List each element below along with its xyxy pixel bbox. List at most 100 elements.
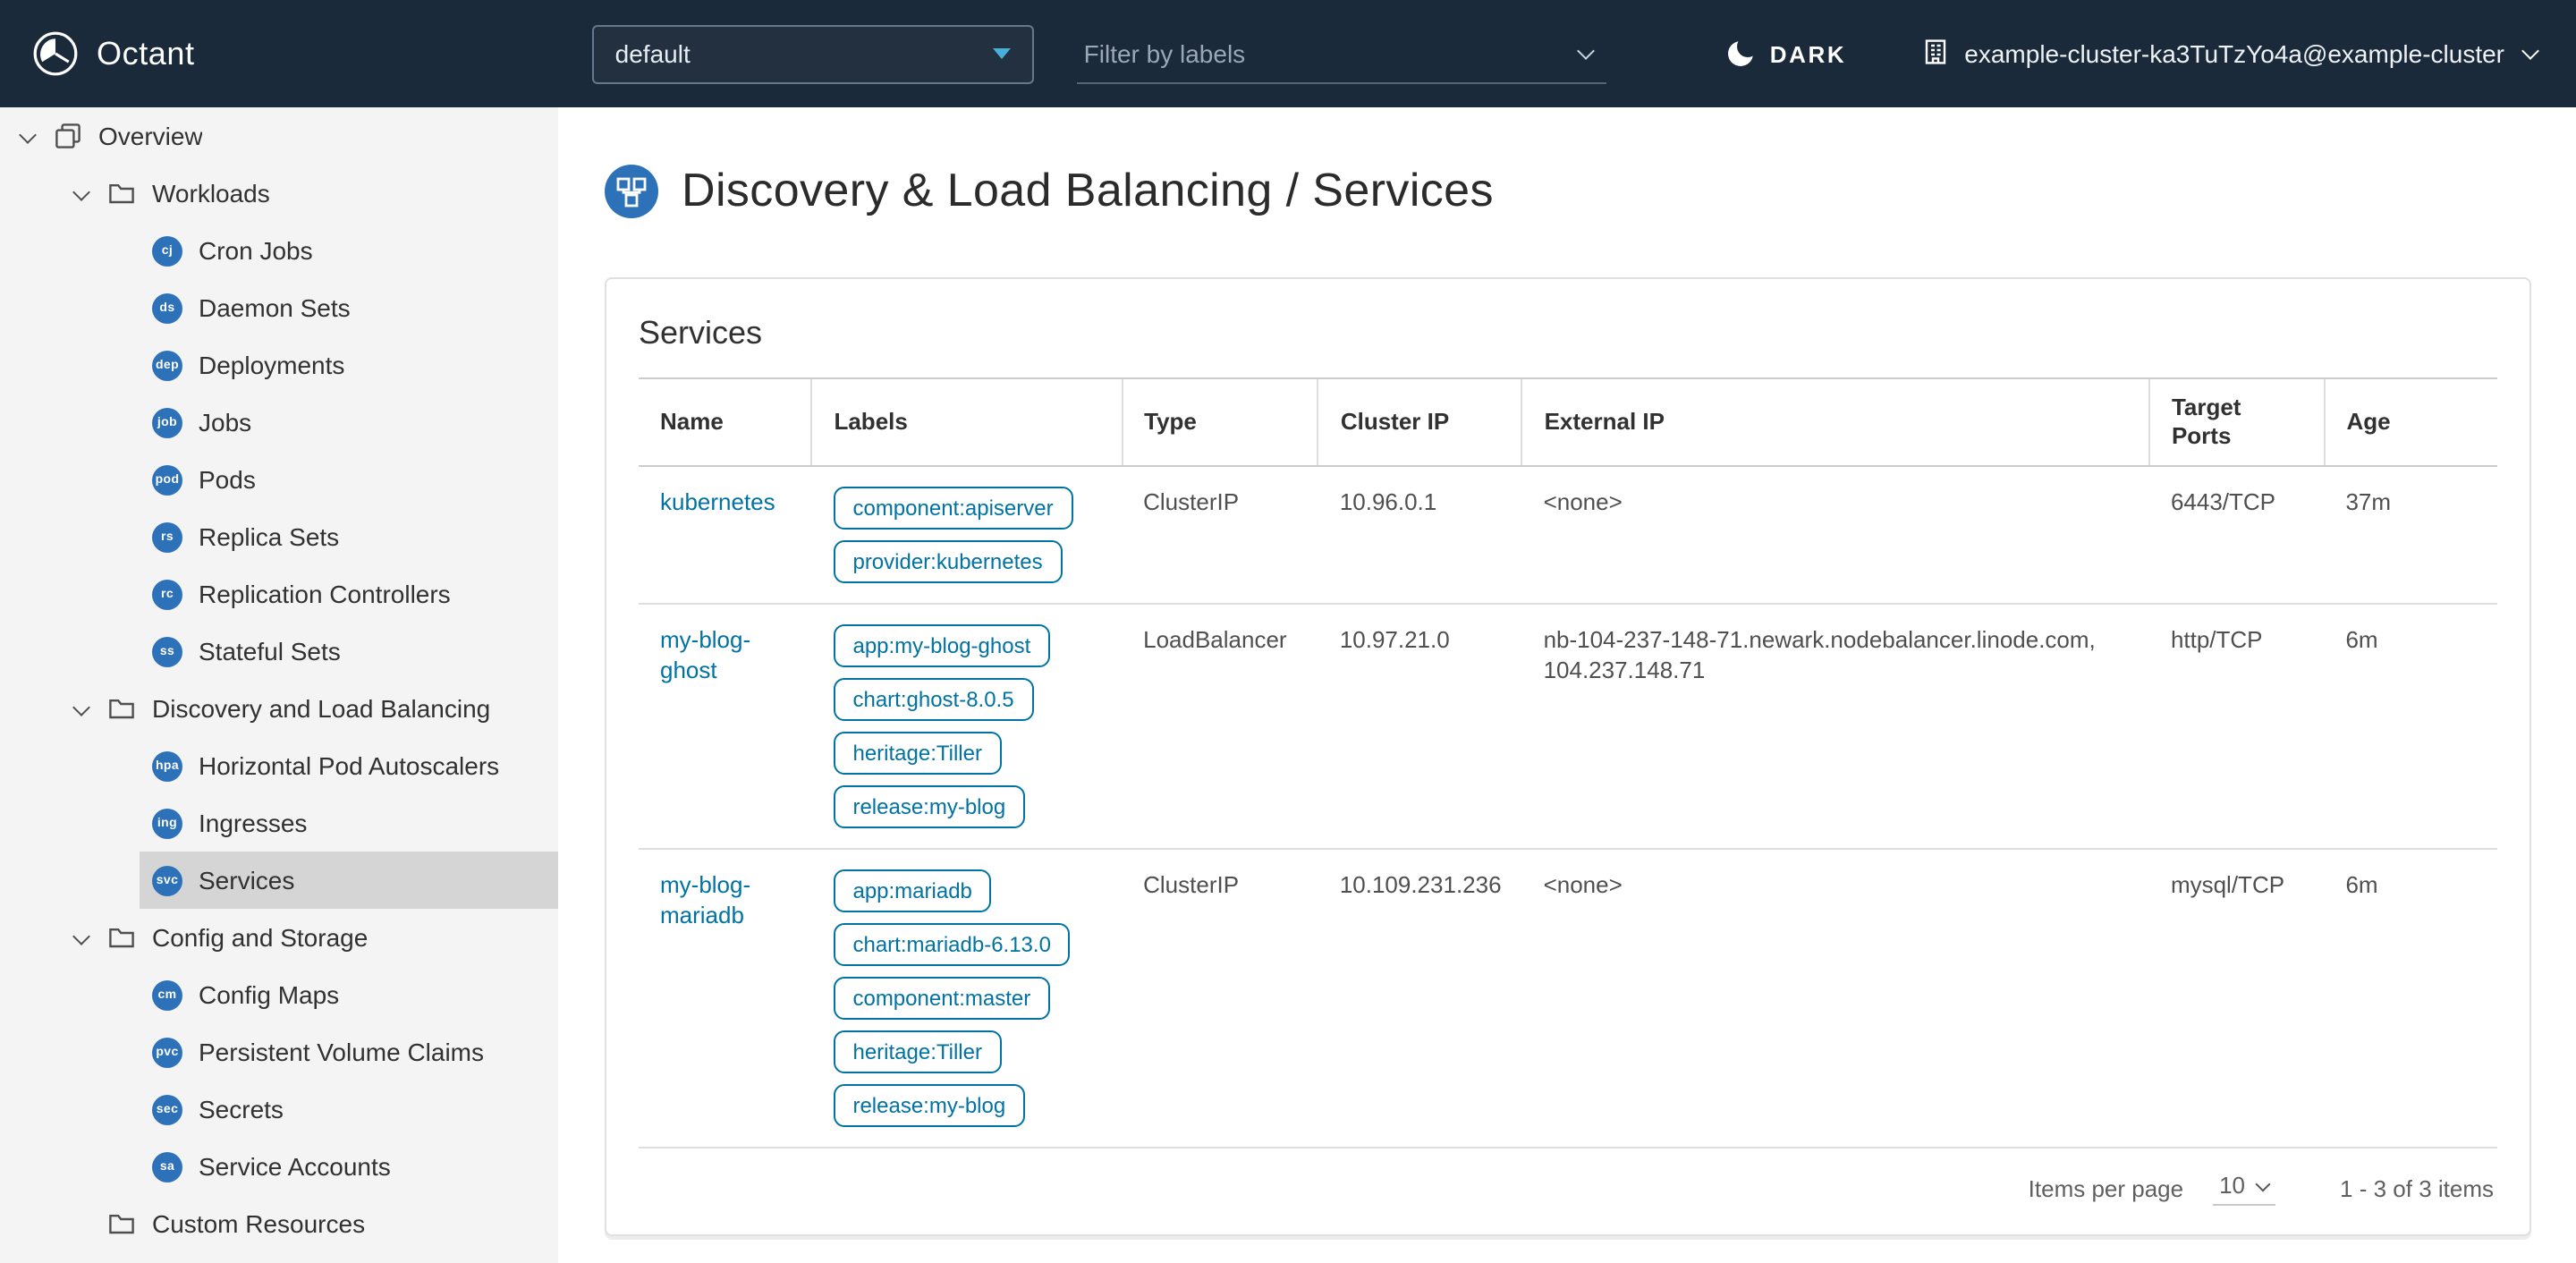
label-filter[interactable] <box>1076 24 1606 83</box>
pods-icon: pod <box>152 464 182 495</box>
theme-toggle-label: DARK <box>1769 40 1847 67</box>
chevron-down-icon <box>2255 1175 2271 1191</box>
column-header-name: Name <box>639 377 812 467</box>
chevron-down-icon[interactable] <box>72 184 89 202</box>
sidebar-item-label: Deployments <box>199 351 345 379</box>
sidebar-item-jobs[interactable]: job Jobs <box>140 394 558 451</box>
label-pill[interactable]: app:mariadb <box>833 869 992 912</box>
namespace-selector[interactable]: default <box>591 24 1034 83</box>
horizontal-pod-autoscalers-icon: hpa <box>152 750 182 781</box>
label-pill[interactable]: app:my-blog-ghost <box>833 624 1051 667</box>
main-content: Discovery & Load Balancing / Services Se… <box>558 107 2576 1263</box>
sidebar-item-label: Pods <box>199 465 256 494</box>
theme-toggle-button[interactable]: DARK <box>1728 36 1847 67</box>
replication-controllers-icon: rc <box>152 579 182 609</box>
service-link[interactable]: my-blog-ghost <box>660 626 750 683</box>
sidebar-item-pods[interactable]: pod Pods <box>140 451 558 508</box>
label-pill[interactable]: provider:kubernetes <box>833 540 1063 583</box>
label-pill[interactable]: release:my-blog <box>833 1084 1026 1127</box>
page-title: Discovery & Load Balancing / Services <box>682 163 1494 216</box>
cell-labels: app:mariadb chart:mariadb-6.13.0 component… <box>811 849 1123 1149</box>
octant-logo <box>32 30 79 77</box>
sidebar-item-overview[interactable]: Overview <box>0 107 558 165</box>
cell-target-ports: 6443/TCP <box>2148 466 2325 605</box>
table-header: Name Labels Type Cluster IP External IP Targe… <box>639 377 2497 467</box>
deployments-icon: dep <box>152 350 182 380</box>
cron-jobs-icon: cj <box>152 235 182 266</box>
sidebar-item-deployments[interactable]: dep Deployments <box>140 336 558 394</box>
sidebar-item-replica-sets[interactable]: rs Replica Sets <box>140 508 558 565</box>
sidebar-item-label: Stateful Sets <box>199 637 341 665</box>
sidebar-item-replication-controllers[interactable]: rc Replication Controllers <box>140 565 558 623</box>
cell-external-ip: nb-104-237-148-71.newark.nodebalancer.li… <box>1521 604 2149 850</box>
table-row-my-blog-mariadb: my-blog-mariadb app:mariadb chart:mariadb-… <box>639 849 2497 1149</box>
sidebar-item-services[interactable]: svc Services <box>140 852 558 909</box>
service-link[interactable]: my-blog-mariadb <box>660 871 750 928</box>
label-pill[interactable]: release:my-blog <box>833 785 1026 828</box>
sidebar-item-label: Persistent Volume Claims <box>199 1038 485 1066</box>
sidebar-item-label: Ingresses <box>199 809 308 837</box>
column-header-type: Type <box>1121 377 1318 467</box>
sidebar-item-persistent-volume-claims[interactable]: pvc Persistent Volume Claims <box>140 1023 558 1081</box>
services-icon: svc <box>152 865 182 895</box>
service-link[interactable]: kubernetes <box>660 488 775 515</box>
sidebar-item-horizontal-pod-autoscalers[interactable]: hpa Horizontal Pod Autoscalers <box>140 737 558 794</box>
sidebar-item-custom-resources[interactable]: Custom Resources <box>0 1195 558 1252</box>
sidebar-item-label: Cron Jobs <box>199 236 313 265</box>
table-header-row: Name Labels Type Cluster IP External IP Targe… <box>639 377 2497 467</box>
sidebar-item-secrets[interactable]: sec Secrets <box>140 1081 558 1138</box>
items-per-page-label: Items per page <box>2028 1174 2184 1201</box>
pagination: Items per page 10 1 - 3 of 3 items <box>639 1149 2497 1231</box>
label-pill[interactable]: heritage:Tiller <box>833 1030 1002 1073</box>
label-filter-input[interactable] <box>1080 37 1580 69</box>
cell-cluster-ip: 10.109.231.236 <box>1318 849 1522 1149</box>
sidebar-item-cron-jobs[interactable]: cj Cron Jobs <box>140 222 558 279</box>
label-pill[interactable]: chart:mariadb-6.13.0 <box>833 923 1071 966</box>
cell-labels: app:my-blog-ghost chart:ghost-8.0.5 herita… <box>811 604 1123 850</box>
label-pill[interactable]: component:apiserver <box>833 487 1073 530</box>
label-pill[interactable]: heritage:Tiller <box>833 732 1002 775</box>
sidebar-item-label: Workloads <box>152 179 270 208</box>
column-header-external-ip: External IP <box>1521 377 2149 467</box>
cell-name: my-blog-mariadb <box>639 849 812 1149</box>
cell-cluster-ip: 10.97.21.0 <box>1318 604 1522 850</box>
page-title-row: Discovery & Load Balancing / Services <box>605 163 2576 218</box>
chevron-down-icon <box>992 48 1011 59</box>
octant-app: Octant default DARK example-cluster-ka3T… <box>0 0 2576 1263</box>
chevron-down-icon <box>72 1215 89 1233</box>
sidebar-item-discovery-and-load-balancing[interactable]: Discovery and Load Balancing <box>0 680 558 737</box>
label-pill[interactable]: chart:ghost-8.0.5 <box>833 678 1034 721</box>
items-per-page-select[interactable]: 10 <box>2212 1170 2276 1206</box>
cell-target-ports: mysql/TCP <box>2148 849 2325 1149</box>
label-pill[interactable]: component:master <box>833 977 1051 1020</box>
folder-icon <box>106 178 136 208</box>
column-header-cluster-ip: Cluster IP <box>1317 377 1522 467</box>
app-title: Octant <box>97 35 195 71</box>
sidebar-item-label: Config Maps <box>199 980 340 1009</box>
cell-age: 6m <box>2324 604 2497 850</box>
namespace-value: default <box>614 39 691 68</box>
context-label: example-cluster-ka3TuTzYo4a@example-clus… <box>1964 39 2504 68</box>
chevron-down-icon[interactable] <box>72 699 89 717</box>
sidebar-item-config-maps[interactable]: cm Config Maps <box>140 966 558 1023</box>
sidebar-item-config-and-storage[interactable]: Config and Storage <box>0 909 558 966</box>
cell-name: my-blog-ghost <box>639 604 812 850</box>
chevron-down-icon <box>2521 42 2539 60</box>
sidebar-item-daemon-sets[interactable]: ds Daemon Sets <box>140 279 558 336</box>
sidebar-item-ingresses[interactable]: ing Ingresses <box>140 794 558 852</box>
sidebar-item-workloads[interactable]: Workloads <box>0 165 558 222</box>
sidebar-item-service-accounts[interactable]: sa Service Accounts <box>140 1138 558 1195</box>
chevron-down-icon[interactable] <box>18 127 36 145</box>
cluster-icon <box>1921 37 1950 71</box>
card-title: Services <box>639 315 763 351</box>
chevron-down-icon[interactable] <box>72 928 89 946</box>
sidebar-item-label: Horizontal Pod Autoscalers <box>199 751 500 780</box>
cell-cluster-ip: 10.96.0.1 <box>1318 466 1522 605</box>
context-selector[interactable]: example-cluster-ka3TuTzYo4a@example-clus… <box>1921 37 2539 71</box>
sidebar-item-label: Config and Storage <box>152 923 369 952</box>
ingresses-icon: ing <box>152 808 182 838</box>
sidebar-item-stateful-sets[interactable]: ss Stateful Sets <box>140 623 558 680</box>
table-row-kubernetes: kubernetes component:apiserver provider:ku… <box>639 466 2497 605</box>
sidebar-item-label: Secrets <box>199 1095 284 1123</box>
cell-target-ports: http/TCP <box>2148 604 2325 850</box>
